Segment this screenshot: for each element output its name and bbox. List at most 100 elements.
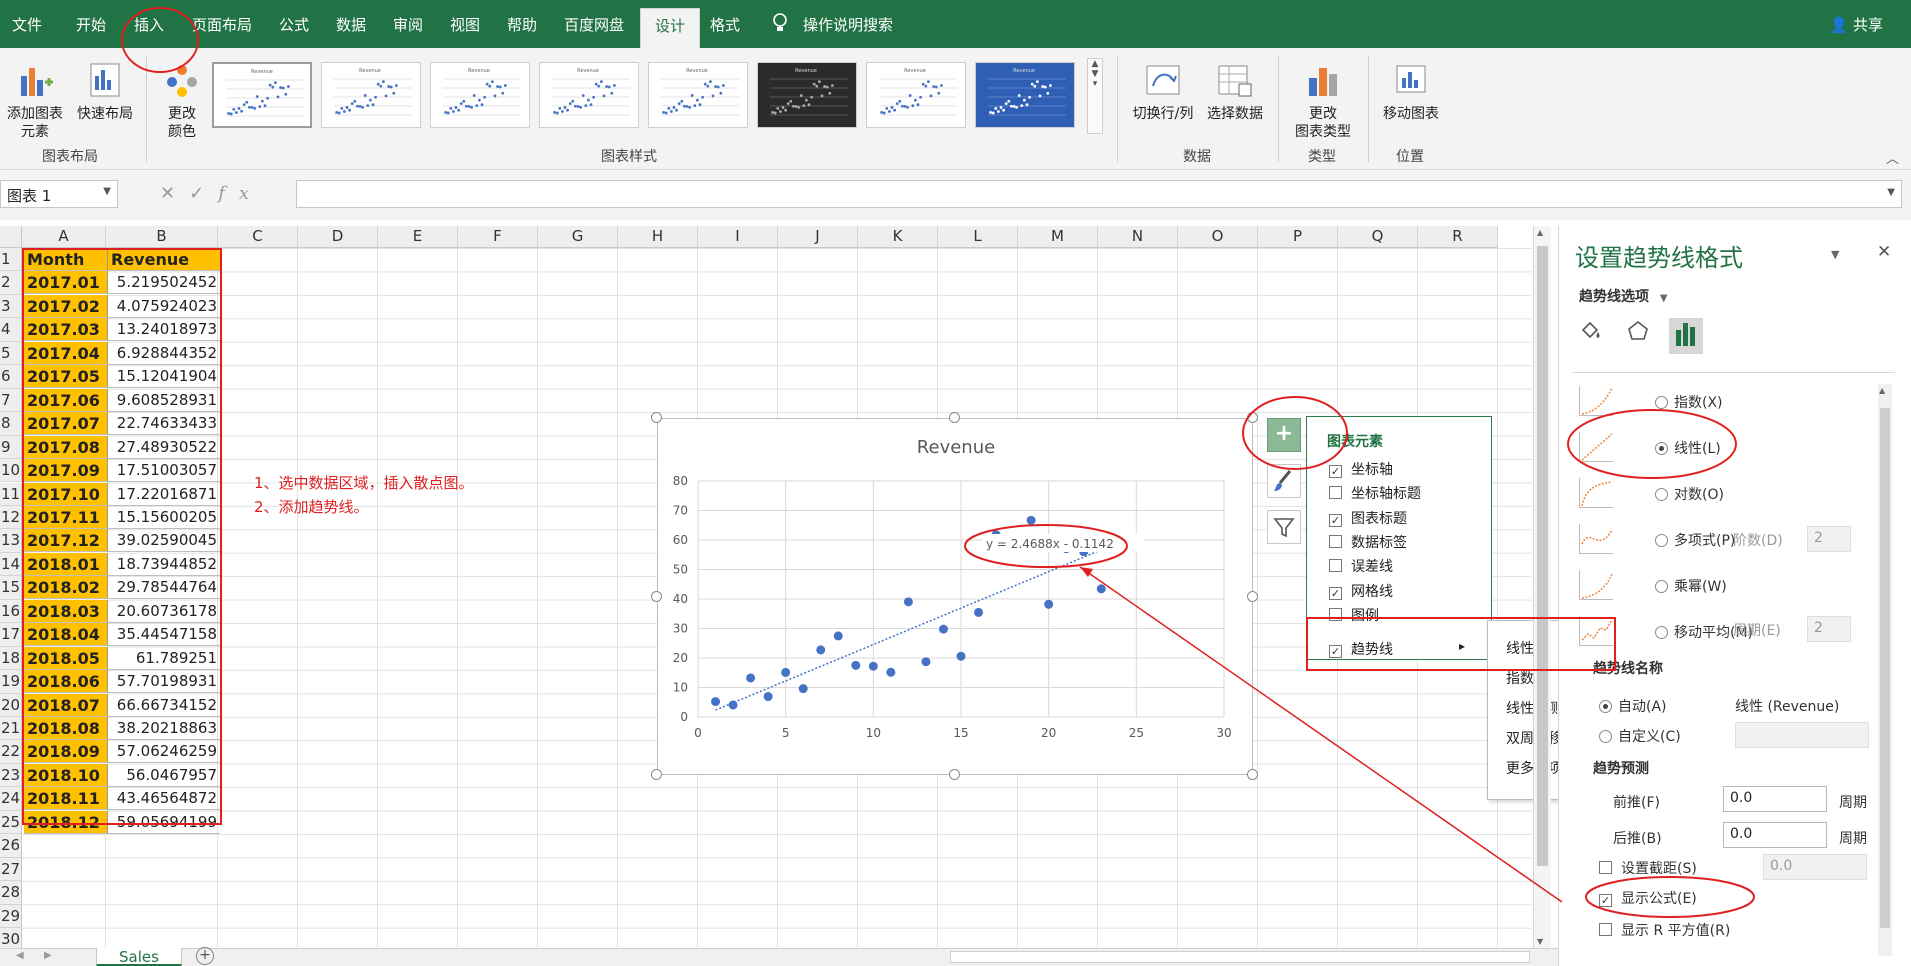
checkbox-checked[interactable]: ✓: [1329, 645, 1342, 659]
chart-styles-button[interactable]: [1267, 464, 1301, 498]
resize-handle[interactable]: [1247, 590, 1258, 602]
collapse-ribbon-icon[interactable]: ︿: [1886, 148, 1899, 167]
trendline-type-radio[interactable]: 指数(X): [1655, 392, 1723, 412]
row-header[interactable]: 7: [0, 388, 22, 413]
insert-function-icon[interactable]: fx: [218, 183, 263, 204]
column-header-c[interactable]: C: [218, 226, 298, 248]
row-header[interactable]: 15: [0, 576, 22, 600]
row-header[interactable]: 29: [0, 904, 22, 929]
row-header[interactable]: 1: [0, 248, 22, 272]
set-intercept-checkbox[interactable]: 设置截距(S): [1599, 858, 1697, 878]
row-header[interactable]: 24: [0, 787, 22, 811]
row-header[interactable]: 20: [0, 693, 22, 717]
row-header[interactable]: 6: [0, 365, 22, 389]
chart-element-option[interactable]: 数据标签: [1329, 532, 1407, 552]
chart-style-thumb[interactable]: Revenue: [975, 62, 1075, 128]
row-header[interactable]: 27: [0, 857, 22, 882]
scroll-up-icon[interactable]: ▲: [1879, 386, 1885, 395]
tab-formulas[interactable]: 公式: [279, 14, 309, 35]
checkbox-unchecked[interactable]: [1329, 486, 1342, 500]
chart-elements-button[interactable]: +: [1267, 418, 1301, 452]
chart-filters-button[interactable]: [1267, 510, 1301, 544]
chart-style-thumb[interactable]: Revenue: [757, 62, 857, 128]
name-custom-radio[interactable]: 自定义(C): [1599, 726, 1681, 746]
effects-tab[interactable]: [1621, 318, 1655, 354]
row-header[interactable]: 19: [0, 670, 22, 694]
tab-review[interactable]: 审阅: [393, 14, 423, 35]
period-input[interactable]: 2: [1807, 616, 1851, 642]
chart-style-thumb[interactable]: Revenue: [539, 62, 639, 128]
add-chart-element-button[interactable]: 添加图表 元素: [4, 60, 66, 141]
chart-style-thumb[interactable]: Revenue: [648, 62, 748, 128]
row-header[interactable]: 9: [0, 435, 22, 460]
trendline-type-radio[interactable]: 线性(L): [1655, 438, 1721, 458]
tab-home[interactable]: 开始: [76, 14, 106, 35]
column-header-l[interactable]: L: [938, 226, 1018, 248]
horizontal-scrollbar[interactable]: [950, 951, 1530, 963]
row-header[interactable]: 16: [0, 599, 22, 624]
order-input[interactable]: 2: [1807, 526, 1851, 552]
resize-handle[interactable]: [1247, 769, 1258, 780]
tab-design[interactable]: 设计: [640, 8, 701, 48]
checkbox-unchecked[interactable]: [1329, 607, 1342, 621]
chart-style-thumb[interactable]: Revenue: [212, 62, 312, 128]
quick-layout-button[interactable]: 快速布局: [70, 60, 140, 123]
scatter-chart[interactable]: Revenue 0 10 20 30 40 50 60 70 80 0 5 10 15 20 25 30 y = …: [657, 418, 1253, 775]
fill-line-tab[interactable]: [1573, 318, 1607, 354]
forward-input[interactable]: 0.0: [1723, 786, 1827, 812]
share-button[interactable]: 👤 共享: [1830, 14, 1883, 35]
column-header-a[interactable]: A: [22, 226, 106, 248]
row-header[interactable]: 17: [0, 623, 22, 647]
column-header-n[interactable]: N: [1098, 226, 1178, 248]
add-sheet-icon[interactable]: +: [196, 947, 214, 965]
chart-element-option[interactable]: 误差线: [1329, 556, 1393, 576]
trendline-submenu-item[interactable]: 线性: [1506, 638, 1534, 658]
chart-element-option[interactable]: ✓ 坐标轴: [1329, 459, 1393, 479]
row-header[interactable]: 14: [0, 552, 22, 577]
tab-page-layout[interactable]: 页面布局: [192, 14, 252, 35]
trendline-type-radio[interactable]: 多项式(P): [1655, 530, 1735, 550]
chart-style-thumb[interactable]: Revenue: [866, 62, 966, 128]
tab-baidu-netdisk[interactable]: 百度网盘: [564, 14, 624, 35]
pane-options-dropdown[interactable]: ▼: [1831, 248, 1839, 261]
tab-scroll-right-icon[interactable]: ▶: [44, 950, 52, 961]
chart-style-thumb[interactable]: Revenue: [430, 62, 530, 128]
move-chart-button[interactable]: 移动图表: [1378, 60, 1444, 123]
resize-handle[interactable]: [651, 412, 662, 423]
row-header[interactable]: 12: [0, 505, 22, 530]
resize-handle[interactable]: [949, 412, 960, 423]
resize-handle[interactable]: [949, 769, 960, 780]
column-header-k[interactable]: K: [858, 226, 938, 248]
row-header[interactable]: 10: [0, 459, 22, 483]
switch-row-column-button[interactable]: 切换行/列: [1128, 60, 1198, 123]
change-chart-type-button[interactable]: 更改 图表类型: [1288, 60, 1358, 141]
vertical-scroll-thumb[interactable]: [1537, 246, 1548, 866]
trendline-type-radio[interactable]: 对数(O): [1655, 484, 1724, 504]
backward-input[interactable]: 0.0: [1723, 822, 1827, 848]
change-colors-button[interactable]: 更改 颜色: [156, 60, 208, 141]
column-header-d[interactable]: D: [298, 226, 378, 248]
column-header-b[interactable]: B: [106, 226, 218, 248]
name-box[interactable]: 图表 1 ▼: [0, 180, 118, 208]
column-header-g[interactable]: G: [538, 226, 618, 248]
column-header-r[interactable]: R: [1418, 226, 1498, 248]
formula-input[interactable]: ▼: [296, 180, 1902, 208]
scroll-up-icon[interactable]: ▲: [1537, 228, 1543, 237]
select-all-corner[interactable]: [0, 226, 22, 248]
show-r-squared-checkbox[interactable]: 显示 R 平方值(R): [1599, 920, 1730, 940]
tab-help[interactable]: 帮助: [507, 14, 537, 35]
intercept-input[interactable]: 0.0: [1763, 854, 1867, 880]
row-header[interactable]: 25: [0, 810, 22, 835]
scroll-down-icon[interactable]: ▼: [1537, 937, 1543, 946]
tab-file[interactable]: 文件: [12, 14, 42, 35]
trendline-options-tab[interactable]: [1669, 318, 1703, 354]
chart-element-option[interactable]: 图例: [1329, 605, 1379, 625]
row-header[interactable]: 28: [0, 881, 22, 905]
row-header[interactable]: 13: [0, 529, 22, 553]
row-header[interactable]: 18: [0, 646, 22, 671]
vertical-scrollbar[interactable]: ▲ ▼: [1533, 226, 1551, 948]
row-header[interactable]: 23: [0, 763, 22, 788]
chart-style-thumb[interactable]: Revenue: [321, 62, 421, 128]
custom-name-input[interactable]: [1735, 722, 1869, 748]
tab-scroll-left-icon[interactable]: ◀: [16, 950, 24, 961]
